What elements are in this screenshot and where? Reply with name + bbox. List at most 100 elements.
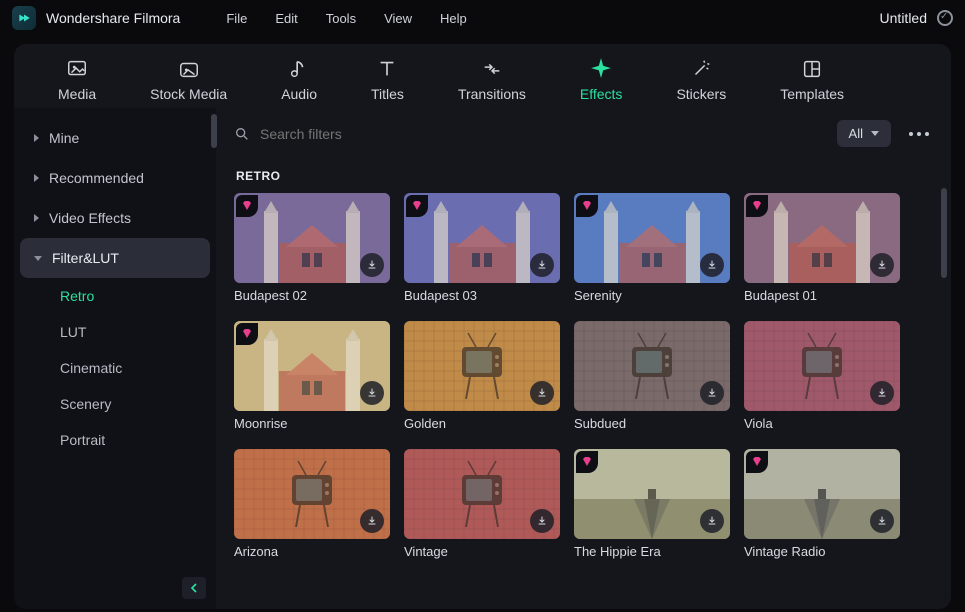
premium-gem-icon <box>236 323 258 345</box>
collapse-sidebar-button[interactable] <box>182 577 206 599</box>
sidebar-category-mine[interactable]: Mine <box>20 118 210 158</box>
cloud-image-icon <box>177 58 201 80</box>
tab-templates[interactable]: Templates <box>780 58 844 102</box>
effect-card[interactable]: Arizona <box>234 449 390 559</box>
chevron-down-icon <box>871 131 879 136</box>
effect-card[interactable]: Budapest 02 <box>234 193 390 303</box>
premium-gem-icon <box>746 195 768 217</box>
effect-thumbnail[interactable] <box>404 321 560 411</box>
effect-card[interactable]: Viola <box>744 321 900 431</box>
arrows-icon <box>480 58 504 80</box>
effect-label: Moonrise <box>234 416 390 431</box>
tab-titles[interactable]: Titles <box>371 58 404 102</box>
premium-gem-icon <box>236 195 258 217</box>
effect-thumbnail[interactable] <box>744 193 900 283</box>
effect-label: Golden <box>404 416 560 431</box>
effect-thumbnail[interactable] <box>234 449 390 539</box>
more-options-button[interactable] <box>903 132 935 136</box>
sidebar-subitem-lut[interactable]: LUT <box>20 314 210 350</box>
sidebar-subitem-scenery[interactable]: Scenery <box>20 386 210 422</box>
download-button[interactable] <box>530 253 554 277</box>
scrollbar-thumb[interactable] <box>941 188 947 278</box>
document-title: Untitled <box>880 10 927 26</box>
effect-thumbnail[interactable] <box>404 449 560 539</box>
expand-triangle-icon <box>34 214 39 222</box>
effect-label: The Hippie Era <box>574 544 730 559</box>
effect-card[interactable]: Moonrise <box>234 321 390 431</box>
effect-card[interactable]: Vintage Radio <box>744 449 900 559</box>
tab-effects[interactable]: Effects <box>580 58 623 102</box>
sidebar-subitem-retro[interactable]: Retro <box>20 278 210 314</box>
music-note-icon <box>287 58 311 80</box>
download-button[interactable] <box>530 381 554 405</box>
tab-media[interactable]: Media <box>58 58 96 102</box>
download-button[interactable] <box>870 509 894 533</box>
effects-grid: Budapest 02 Budapest 03 Serenity Budapest 0… <box>234 193 935 559</box>
download-button[interactable] <box>700 509 724 533</box>
effect-thumbnail[interactable] <box>744 321 900 411</box>
sidebar-category-video-effects[interactable]: Video Effects <box>20 198 210 238</box>
sidebar-category-filter-lut[interactable]: Filter&LUT <box>20 238 210 278</box>
sidebar-category-recommended[interactable]: Recommended <box>20 158 210 198</box>
tab-stock-media[interactable]: Stock Media <box>150 58 227 102</box>
sparkle-icon <box>589 58 613 80</box>
effect-card[interactable]: Vintage <box>404 449 560 559</box>
menu-view[interactable]: View <box>384 11 412 26</box>
app-logo-icon <box>12 6 36 30</box>
effect-label: Viola <box>744 416 900 431</box>
effect-card[interactable]: The Hippie Era <box>574 449 730 559</box>
download-button[interactable] <box>870 381 894 405</box>
download-button[interactable] <box>700 381 724 405</box>
download-button[interactable] <box>700 253 724 277</box>
effect-label: Serenity <box>574 288 730 303</box>
sidebar-subitem-cinematic[interactable]: Cinematic <box>20 350 210 386</box>
download-button[interactable] <box>360 509 384 533</box>
download-button[interactable] <box>360 381 384 405</box>
download-button[interactable] <box>870 253 894 277</box>
image-icon <box>65 58 89 80</box>
search-icon <box>234 126 250 142</box>
effect-thumbnail[interactable] <box>574 193 730 283</box>
expand-triangle-icon <box>34 134 39 142</box>
filter-dropdown[interactable]: All <box>837 120 891 147</box>
menu-file[interactable]: File <box>226 11 247 26</box>
effect-thumbnail[interactable] <box>404 193 560 283</box>
search-input[interactable] <box>260 126 825 142</box>
search-filters <box>234 126 825 142</box>
premium-gem-icon <box>746 451 768 473</box>
menu-edit[interactable]: Edit <box>275 11 297 26</box>
menu-bar: File Edit Tools View Help <box>226 11 466 26</box>
section-title: RETRO <box>236 169 935 183</box>
menu-help[interactable]: Help <box>440 11 467 26</box>
download-button[interactable] <box>360 253 384 277</box>
app-name: Wondershare Filmora <box>46 10 180 26</box>
menu-tools[interactable]: Tools <box>326 11 356 26</box>
expand-triangle-icon <box>34 174 39 182</box>
effect-thumbnail[interactable] <box>744 449 900 539</box>
sidebar-subitem-portrait[interactable]: Portrait <box>20 422 210 458</box>
effect-thumbnail[interactable] <box>574 321 730 411</box>
effect-thumbnail[interactable] <box>574 449 730 539</box>
effects-sidebar: MineRecommendedVideo EffectsFilter&LUT R… <box>14 108 216 609</box>
tab-stickers[interactable]: Stickers <box>676 58 726 102</box>
effect-card[interactable]: Serenity <box>574 193 730 303</box>
effect-card[interactable]: Budapest 03 <box>404 193 560 303</box>
effect-label: Budapest 03 <box>404 288 560 303</box>
download-button[interactable] <box>530 509 554 533</box>
tab-transitions[interactable]: Transitions <box>458 58 526 102</box>
effect-thumbnail[interactable] <box>234 193 390 283</box>
effect-card[interactable]: Subdued <box>574 321 730 431</box>
wand-icon <box>689 58 713 80</box>
premium-gem-icon <box>576 451 598 473</box>
cloud-status-icon[interactable] <box>937 10 953 26</box>
text-icon <box>375 58 399 80</box>
effect-card[interactable]: Golden <box>404 321 560 431</box>
effect-thumbnail[interactable] <box>234 321 390 411</box>
expand-triangle-icon <box>34 256 42 261</box>
tab-audio[interactable]: Audio <box>281 58 317 102</box>
effect-card[interactable]: Budapest 01 <box>744 193 900 303</box>
main-tabs: Media Stock Media Audio Titles Transitions Ef… <box>14 44 951 108</box>
premium-gem-icon <box>406 195 428 217</box>
effect-label: Subdued <box>574 416 730 431</box>
effect-label: Vintage <box>404 544 560 559</box>
